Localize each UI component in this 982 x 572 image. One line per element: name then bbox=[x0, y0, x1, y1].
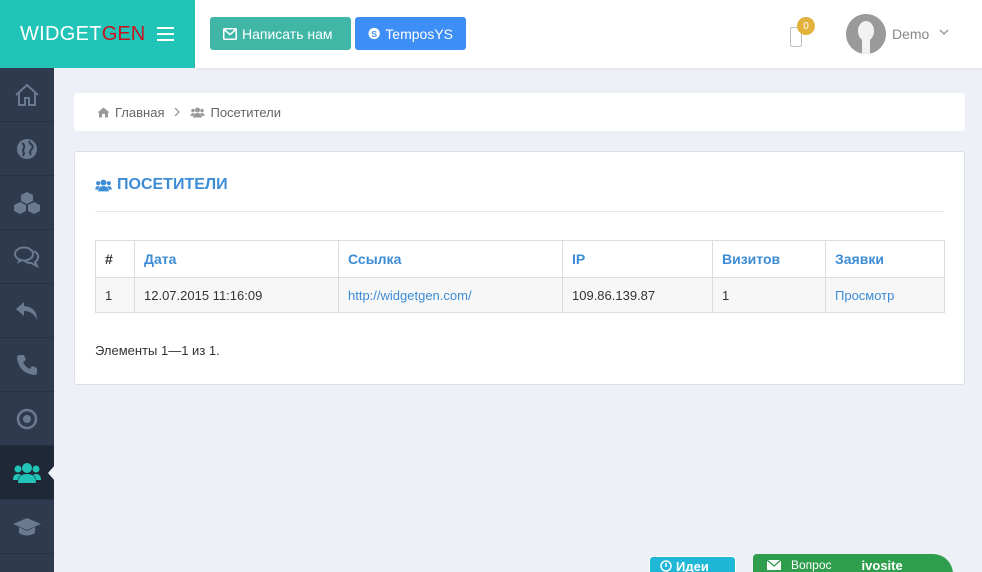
cell-ip: 109.86.139.87 bbox=[562, 277, 713, 313]
breadcrumb-current: Посетители bbox=[210, 104, 282, 120]
breadcrumb-home-link[interactable]: Главная bbox=[115, 105, 164, 120]
column-header-ip[interactable]: IP bbox=[562, 240, 713, 278]
logo-text-accent: GEN bbox=[101, 22, 146, 45]
write-us-label: Написать нам bbox=[242, 25, 333, 42]
sidebar-item-globe[interactable] bbox=[0, 122, 54, 176]
sidebar-item-education[interactable] bbox=[0, 500, 54, 554]
divider bbox=[95, 211, 944, 212]
sidebar-item-reply[interactable] bbox=[0, 284, 54, 338]
table-header-row: # Дата Ссылка IP Визитов Заявки bbox=[95, 240, 945, 278]
globe-icon bbox=[17, 138, 37, 159]
target-icon bbox=[16, 408, 38, 429]
sidebar-item-visitors[interactable] bbox=[0, 446, 55, 500]
cell-link: http://widgetgen.com/ bbox=[338, 277, 563, 313]
cell-visits: 1 bbox=[712, 277, 826, 313]
write-us-button[interactable]: Написать нам bbox=[210, 17, 351, 50]
menu-toggle-icon[interactable] bbox=[157, 27, 174, 41]
sidebar-item-phone[interactable] bbox=[0, 338, 54, 392]
cell-date: 12.07.2015 11:16:09 bbox=[134, 277, 339, 313]
sidebar-item-home[interactable] bbox=[0, 68, 54, 122]
view-requests-link[interactable]: Просмотр bbox=[835, 288, 894, 303]
question-label: Вопрос bbox=[791, 558, 832, 572]
envelope-icon bbox=[223, 27, 237, 40]
column-header-visits[interactable]: Визитов bbox=[712, 240, 826, 278]
visitors-table: # Дата Ссылка IP Визитов Заявки 1 12.07.… bbox=[95, 240, 945, 313]
chevron-right-icon bbox=[175, 107, 181, 117]
table-row: 1 12.07.2015 11:16:09 http://widgetgen.c… bbox=[95, 277, 945, 313]
envelope-icon bbox=[767, 560, 781, 570]
column-header-number: # bbox=[95, 240, 135, 278]
home-icon bbox=[15, 83, 39, 106]
column-header-requests[interactable]: Заявки bbox=[825, 240, 945, 278]
skype-icon: S bbox=[368, 27, 380, 40]
sidebar-item-comments[interactable] bbox=[0, 230, 54, 284]
question-widget-button[interactable]: Вопрос ivosite bbox=[753, 554, 953, 572]
users-icon bbox=[95, 179, 112, 191]
notification-badge: 0 bbox=[797, 17, 815, 35]
widget-brand: ivosite bbox=[861, 557, 903, 572]
comments-icon bbox=[14, 246, 40, 268]
column-header-link[interactable]: Ссылка bbox=[338, 240, 563, 278]
ideas-widget-button[interactable]: Идеи bbox=[649, 556, 736, 572]
lightbulb-icon bbox=[660, 560, 672, 572]
cell-requests: Просмотр bbox=[825, 277, 945, 313]
reply-icon bbox=[16, 301, 37, 320]
sidebar-item-cubes[interactable] bbox=[0, 176, 54, 230]
cell-number: 1 bbox=[95, 277, 135, 313]
pagination-summary: Элементы 1—1 из 1. bbox=[95, 343, 220, 358]
skype-button[interactable]: S TemposYS bbox=[355, 17, 466, 50]
column-header-date[interactable]: Дата bbox=[134, 240, 339, 278]
page-title: ПОСЕТИТЕЛИ bbox=[95, 176, 228, 194]
graduation-cap-icon bbox=[13, 517, 41, 535]
sidebar bbox=[0, 68, 55, 572]
page-title-text: ПОСЕТИТЕЛИ bbox=[117, 176, 228, 193]
user-name[interactable]: Demo bbox=[892, 26, 929, 42]
users-icon bbox=[13, 462, 41, 483]
svg-text:S: S bbox=[371, 29, 377, 39]
skype-label: TemposYS bbox=[385, 25, 453, 42]
home-icon bbox=[97, 107, 110, 117]
ideas-label: Идеи bbox=[676, 558, 709, 572]
visitor-url-link[interactable]: http://widgetgen.com/ bbox=[348, 288, 472, 303]
phone-icon bbox=[17, 354, 37, 375]
cubes-icon bbox=[14, 191, 40, 214]
logo-text-main: WIDGET bbox=[20, 22, 102, 45]
sidebar-item-target[interactable] bbox=[0, 392, 54, 446]
top-bar: Написать нам S TemposYS 0 Demo bbox=[195, 0, 982, 68]
visitors-panel: ПОСЕТИТЕЛИ # Дата Ссылка IP Визитов Заяв… bbox=[74, 151, 965, 385]
breadcrumb: Главная Посетители bbox=[74, 93, 965, 131]
avatar[interactable] bbox=[846, 14, 886, 54]
users-icon bbox=[190, 107, 205, 117]
user-silhouette-icon bbox=[846, 14, 886, 54]
chevron-down-icon[interactable] bbox=[939, 28, 949, 36]
